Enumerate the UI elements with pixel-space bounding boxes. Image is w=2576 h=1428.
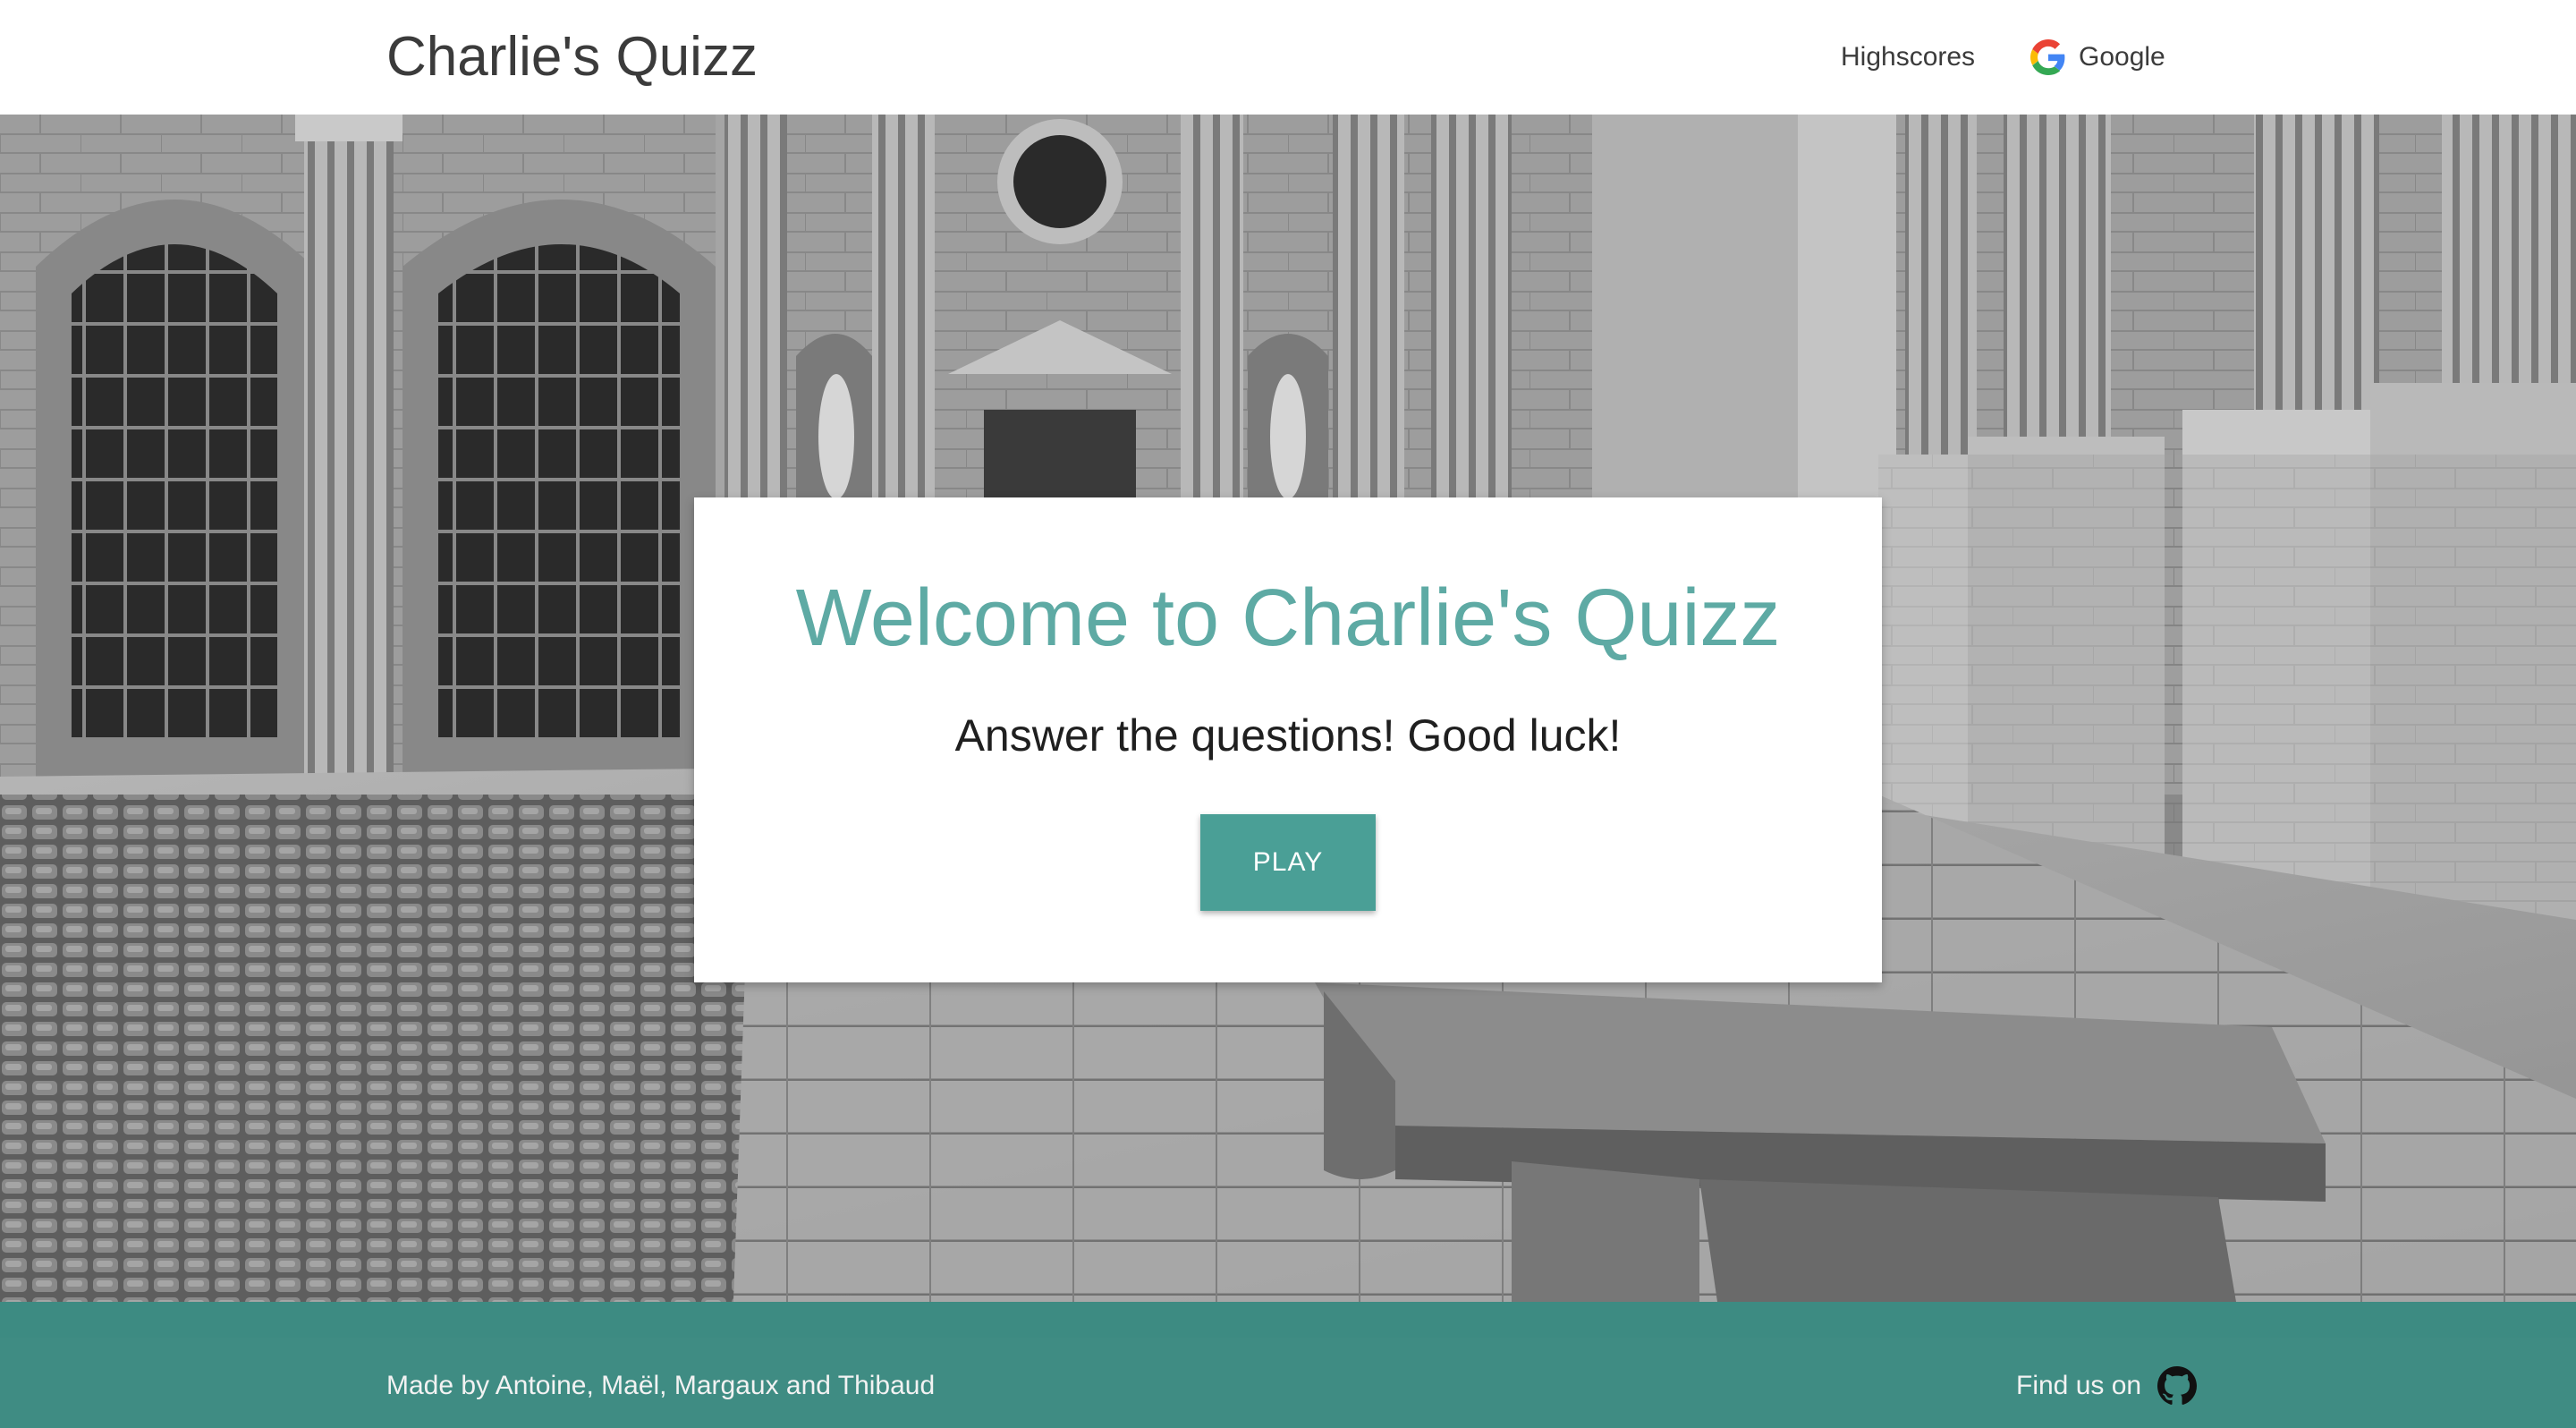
welcome-card: Welcome to Charlie's Quizz Answer the qu… [694, 497, 1882, 982]
github-icon [2157, 1366, 2198, 1406]
welcome-subtitle: Answer the questions! Good luck! [954, 710, 1622, 761]
footer-credits: Made by Antoine, Maël, Margaux and Thiba… [386, 1371, 936, 1400]
find-us-label: Find us on [2016, 1371, 2142, 1400]
footer: Made by Antoine, Maël, Margaux and Thiba… [0, 1302, 2576, 1428]
welcome-title: Welcome to Charlie's Quizz [795, 574, 1781, 663]
nav-link-highscores[interactable]: Highscores [1841, 30, 1975, 84]
nav-link-google[interactable]: Google [2030, 30, 2165, 84]
google-g-icon [2030, 39, 2066, 75]
play-button[interactable]: PLAY [1200, 814, 1376, 911]
brand-logo-link[interactable]: Charlie's Quizz [386, 23, 758, 91]
nav-link-google-label: Google [2079, 42, 2165, 72]
navbar: Charlie's Quizz Highscores Google [0, 0, 2576, 115]
github-link[interactable]: Find us on [2016, 1364, 2198, 1407]
footer-top-strip [0, 1302, 2576, 1338]
